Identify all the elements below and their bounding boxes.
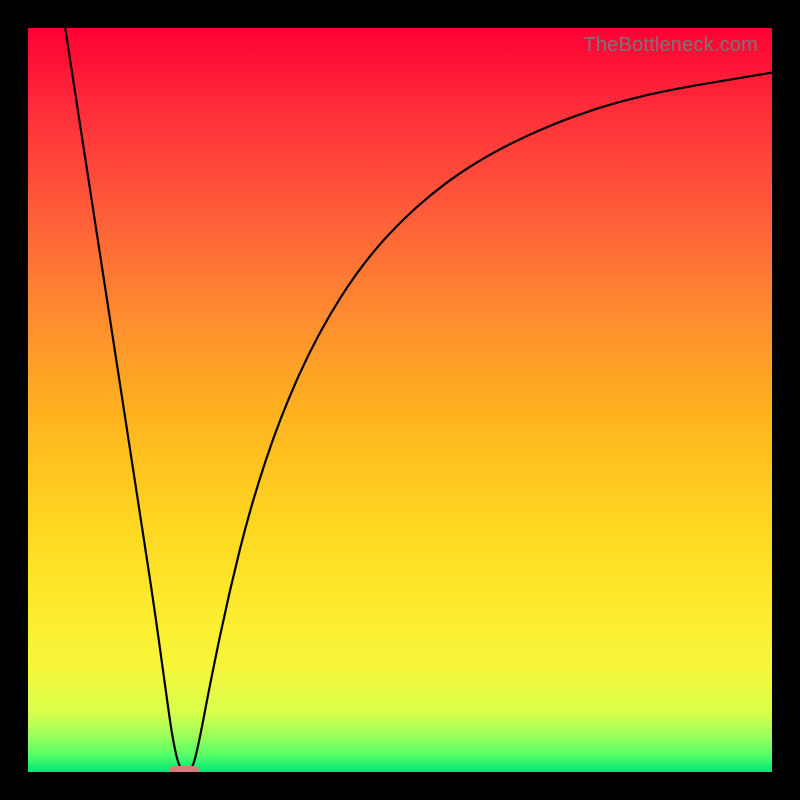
optimum-marker <box>169 766 199 772</box>
chart-frame: TheBottleneck.com <box>0 0 800 800</box>
plot-area: TheBottleneck.com <box>28 28 772 772</box>
bottleneck-curve <box>28 28 772 772</box>
